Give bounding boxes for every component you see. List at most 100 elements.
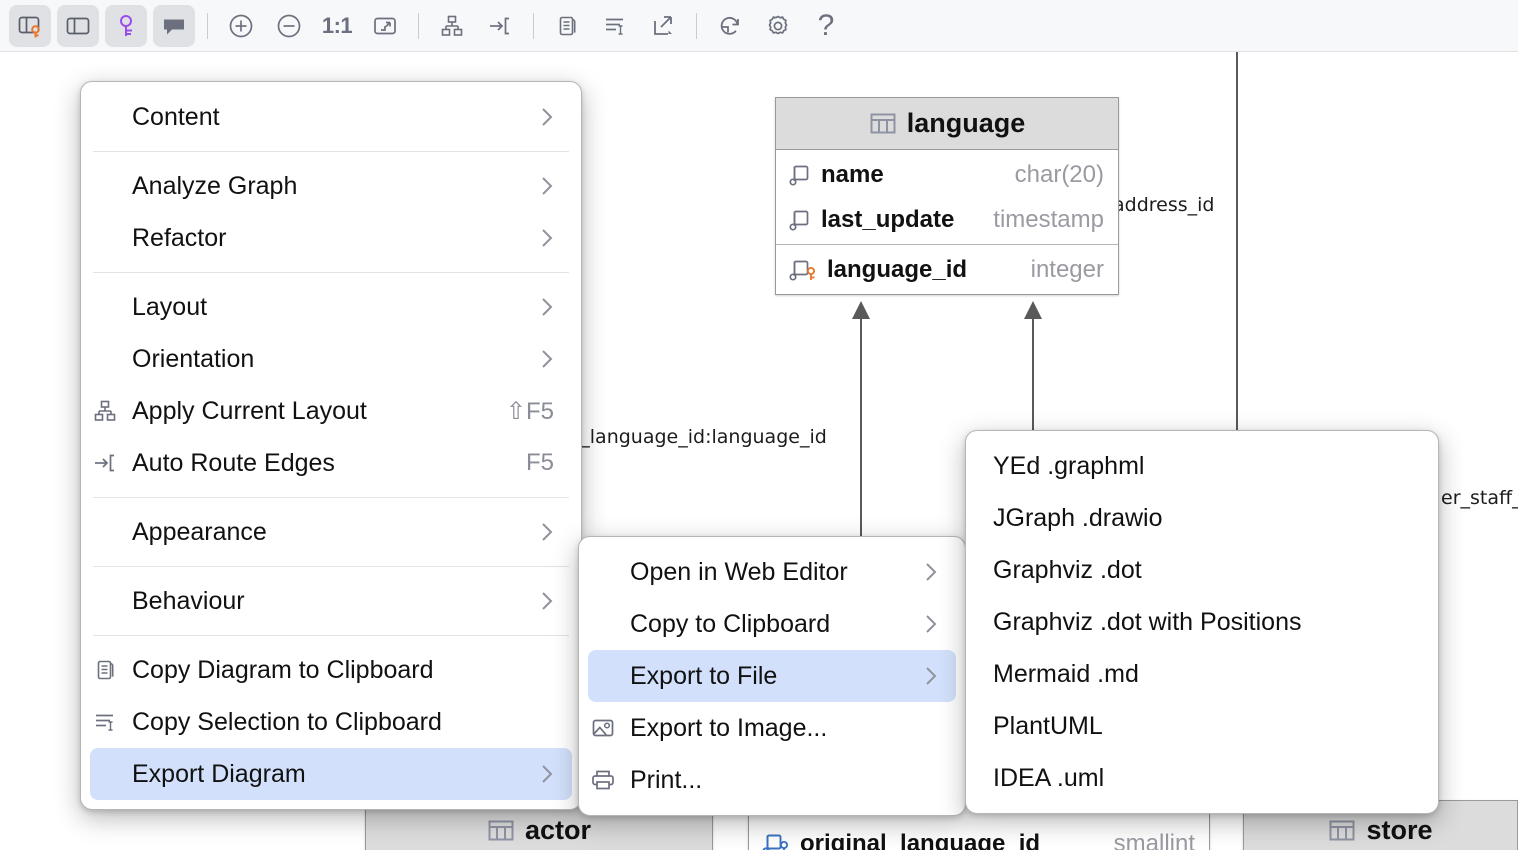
- menu-item-label: Appearance: [132, 518, 267, 547]
- menu-item-label: PlantUML: [993, 712, 1103, 741]
- apply-layout-icon: [92, 398, 126, 424]
- chevron-right-icon: [511, 176, 554, 196]
- er-table-film-partial[interactable]: original_language_id smallint: [748, 814, 1210, 850]
- menu-item-auto-route-edges[interactable]: Auto Route Edges F5: [90, 437, 572, 489]
- menu-item-label: Graphviz .dot with Positions: [993, 608, 1301, 637]
- er-column-row-pk[interactable]: language_id integer: [776, 247, 1118, 292]
- toolbar-divider-4: [696, 13, 697, 39]
- chevron-right-icon: [895, 562, 938, 582]
- actual-size-button[interactable]: 1:1: [316, 5, 358, 47]
- menu-item-graphviz-dot[interactable]: Graphviz .dot: [975, 544, 1429, 596]
- menu-item-behaviour[interactable]: Behaviour: [90, 575, 572, 627]
- menu-item-shortcut: ⇧F5: [478, 397, 554, 426]
- show-comments-button[interactable]: [153, 5, 195, 47]
- column-name: last_update: [821, 206, 954, 234]
- chevron-right-icon: [511, 522, 554, 542]
- fit-content-button[interactable]: [364, 5, 406, 47]
- column-icon: [788, 208, 812, 232]
- auto-route-edges-icon: [92, 450, 126, 476]
- column-type: timestamp: [993, 206, 1104, 234]
- diagram-context-menu[interactable]: Content Analyze Graph Refactor Layout Or…: [80, 81, 582, 810]
- menu-item-appearance[interactable]: Appearance: [90, 506, 572, 558]
- fit-content-icon: [372, 13, 398, 39]
- menu-item-label: JGraph .drawio: [993, 504, 1163, 533]
- refresh-button[interactable]: [709, 5, 751, 47]
- help-button[interactable]: ?: [805, 5, 847, 47]
- column-name: original_language_id: [800, 830, 1040, 850]
- menu-item-export-to-image[interactable]: Export to Image...: [588, 702, 956, 754]
- split-panel-icon: [65, 13, 91, 39]
- menu-item-idea-uml[interactable]: IDEA .uml: [975, 752, 1429, 804]
- copy-diagram-icon: [92, 657, 126, 683]
- menu-divider: [93, 151, 569, 152]
- menu-item-copy-to-clipboard[interactable]: Copy to Clipboard: [588, 598, 956, 650]
- er-row-divider: [776, 244, 1118, 245]
- export-diagram-submenu[interactable]: Open in Web Editor Copy to Clipboard Exp…: [578, 536, 966, 816]
- column-type: smallint: [1114, 830, 1195, 850]
- export-diagram-button[interactable]: [642, 5, 684, 47]
- table-icon: [487, 818, 515, 844]
- table-icon: [1328, 818, 1356, 844]
- comment-icon: [161, 13, 187, 39]
- key-filter-icon: [113, 13, 139, 39]
- apply-layout-button[interactable]: [431, 5, 473, 47]
- menu-item-copy-diagram-to-clipboard[interactable]: Copy Diagram to Clipboard: [90, 644, 572, 696]
- menu-item-mermaid-md[interactable]: Mermaid .md: [975, 648, 1429, 700]
- menu-item-layout[interactable]: Layout: [90, 281, 572, 333]
- settings-button[interactable]: [757, 5, 799, 47]
- show-structure-button[interactable]: [9, 5, 51, 47]
- export-to-file-submenu[interactable]: YEd .graphml JGraph .drawio Graphviz .do…: [965, 430, 1439, 814]
- chevron-right-icon: [511, 591, 554, 611]
- apply-layout-icon: [439, 13, 465, 39]
- menu-item-label: Analyze Graph: [132, 172, 297, 201]
- chevron-right-icon: [895, 666, 938, 686]
- menu-item-copy-selection-to-clipboard[interactable]: Copy Selection to Clipboard: [90, 696, 572, 748]
- menu-item-plantuml[interactable]: PlantUML: [975, 700, 1429, 752]
- menu-item-jgraph-drawio[interactable]: JGraph .drawio: [975, 492, 1429, 544]
- menu-item-orientation[interactable]: Orientation: [90, 333, 572, 385]
- er-table-language[interactable]: language name char(20): [775, 97, 1119, 295]
- chevron-right-icon: [511, 107, 554, 127]
- menu-item-label: YEd .graphml: [993, 452, 1144, 481]
- menu-item-refactor[interactable]: Refactor: [90, 212, 572, 264]
- menu-divider: [93, 635, 569, 636]
- chevron-right-icon: [511, 297, 554, 317]
- show-keys-button[interactable]: [105, 5, 147, 47]
- menu-item-open-in-web-editor[interactable]: Open in Web Editor: [588, 546, 956, 598]
- menu-item-label: Apply Current Layout: [132, 397, 367, 426]
- export-diagram-icon: [650, 13, 676, 39]
- chevron-right-icon: [895, 614, 938, 634]
- auto-route-edges-button[interactable]: [479, 5, 521, 47]
- er-column-row-fk[interactable]: original_language_id smallint: [749, 814, 1209, 850]
- menu-item-label: Open in Web Editor: [630, 558, 848, 587]
- zoom-in-button[interactable]: [220, 5, 262, 47]
- menu-item-yed-graphml[interactable]: YEd .graphml: [975, 440, 1429, 492]
- copy-selection-button[interactable]: [594, 5, 636, 47]
- menu-item-label: Auto Route Edges: [132, 449, 335, 478]
- er-column-row[interactable]: last_update timestamp: [776, 197, 1118, 242]
- menu-item-label: Mermaid .md: [993, 660, 1139, 689]
- menu-item-content[interactable]: Content: [90, 91, 572, 143]
- primary-key-icon: [788, 258, 818, 282]
- er-column-row[interactable]: name char(20): [776, 152, 1118, 197]
- split-panel-button[interactable]: [57, 5, 99, 47]
- toolbar-divider-2: [418, 13, 419, 39]
- toolbar-divider-3: [533, 13, 534, 39]
- menu-item-label: IDEA .uml: [993, 764, 1104, 793]
- image-icon: [590, 715, 624, 741]
- er-table-name: store: [1366, 815, 1432, 846]
- menu-item-analyze-graph[interactable]: Analyze Graph: [90, 160, 572, 212]
- menu-item-print[interactable]: Print...: [588, 754, 956, 806]
- gear-icon: [764, 12, 792, 40]
- menu-item-apply-current-layout[interactable]: Apply Current Layout ⇧F5: [90, 385, 572, 437]
- edge-arrowhead-a: [848, 299, 874, 325]
- menu-item-export-diagram[interactable]: Export Diagram: [90, 748, 572, 800]
- er-table-name: actor: [525, 815, 591, 846]
- menu-item-graphviz-dot-with-positions[interactable]: Graphviz .dot with Positions: [975, 596, 1429, 648]
- column-type: integer: [1031, 256, 1104, 284]
- copy-diagram-button[interactable]: [546, 5, 588, 47]
- column-icon: [788, 163, 812, 187]
- er-table-name: language: [907, 108, 1026, 139]
- menu-item-export-to-file[interactable]: Export to File: [588, 650, 956, 702]
- zoom-out-button[interactable]: [268, 5, 310, 47]
